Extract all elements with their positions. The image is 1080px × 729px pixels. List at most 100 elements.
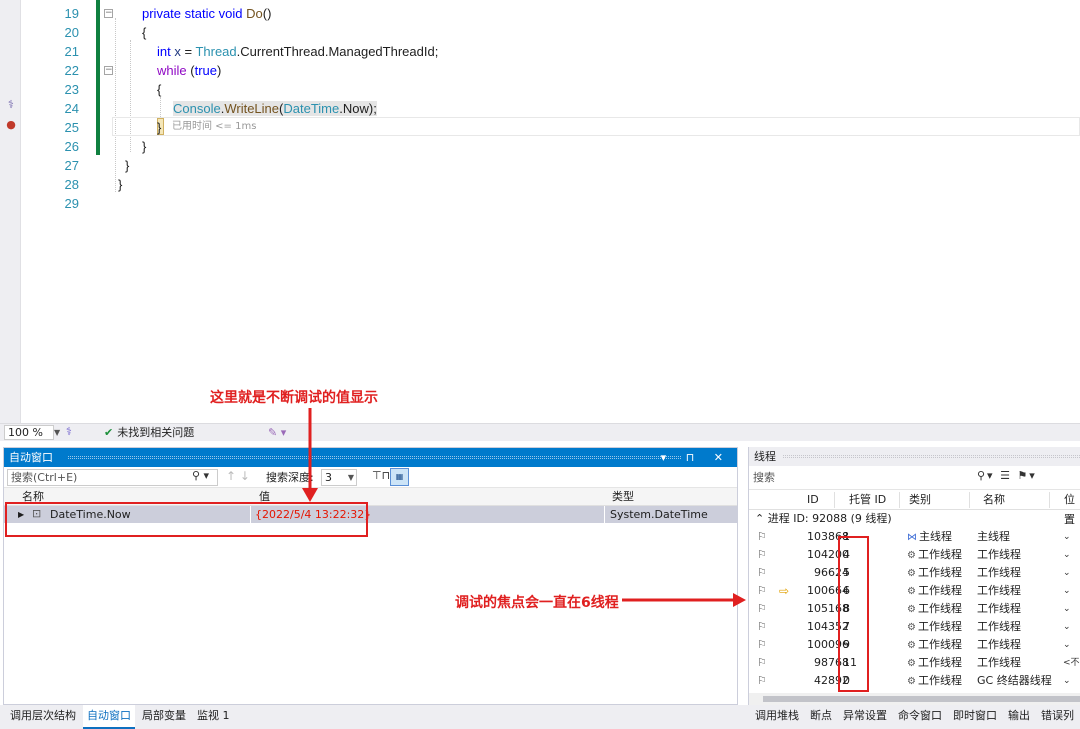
code-line[interactable]: int x = Thread.CurrentThread.ManagedThre… xyxy=(157,42,438,61)
flag-icon[interactable]: ⚐ xyxy=(757,672,767,690)
autos-search-input[interactable]: 搜索(Ctrl+E) xyxy=(7,469,218,486)
process-group-row[interactable]: ⌃ 进程 ID: 92088 (9 线程) xyxy=(749,510,1080,528)
code-cleanup-icon[interactable]: ✎ ▾ xyxy=(268,425,286,440)
flag-icon[interactable]: ⚐ xyxy=(757,528,767,546)
indent-guide xyxy=(115,18,116,192)
thread-row[interactable]: ⚐ 98768 11 ⚙ 工作线程 工作线程 <不 xyxy=(749,654,1080,672)
thread-row[interactable]: ⚐ 103868 1 ⋈ 主线程 主线程 ⌄ xyxy=(749,528,1080,546)
code-token: DateTime xyxy=(283,101,340,116)
col-header-id[interactable]: ID xyxy=(807,490,819,510)
scrollbar-thumb[interactable] xyxy=(763,696,1080,702)
horizontal-scrollbar[interactable] xyxy=(749,693,1080,705)
expand-arrow-icon[interactable]: ▶ xyxy=(18,506,24,523)
code-line[interactable]: } xyxy=(142,137,146,156)
thread-managed-id: 5 xyxy=(843,566,850,579)
thread-row[interactable]: ⚐ 42892 0 ⚙ 工作线程 GC 终结器线程 ⌄ xyxy=(749,672,1080,690)
code-line[interactable]: } xyxy=(118,175,122,194)
editor-status-bar: 100 % ▼ ⚕ ✔ 未找到相关问题 ✎ ▾ xyxy=(0,423,1080,441)
thread-location[interactable]: <不 xyxy=(1063,654,1080,672)
code-line[interactable]: while (true) xyxy=(157,61,221,80)
flag-icon[interactable]: ⚐ xyxy=(757,636,767,654)
autos-title: 自动窗口 xyxy=(9,451,53,464)
thread-location[interactable]: ⌄ xyxy=(1063,564,1071,582)
autos-row-value[interactable]: {2022/5/4 13:22:32} xyxy=(255,506,371,523)
bottom-tab[interactable]: 输出 xyxy=(1004,705,1034,727)
issue-status[interactable]: ✔ 未找到相关问题 xyxy=(104,425,194,440)
thread-category-label: 工作线程 xyxy=(917,548,962,561)
col-header-name[interactable]: 名称 xyxy=(18,488,44,506)
bottom-tab[interactable]: 异常设置 xyxy=(839,705,891,727)
code-line[interactable]: private static void Do() xyxy=(142,4,271,23)
zoom-select[interactable]: 100 % xyxy=(4,425,54,440)
code-line[interactable]: { xyxy=(142,23,146,42)
thread-row[interactable]: ⚐ 105168 8 ⚙ 工作线程 工作线程 ⌄ xyxy=(749,600,1080,618)
bottom-tab[interactable]: 调用堆栈 xyxy=(751,705,803,727)
chevron-down-icon[interactable]: ▼ xyxy=(54,425,64,440)
autos-row[interactable]: ▶ ⊡ DateTime.Now {2022/5/4 13:22:32} Sys… xyxy=(4,506,737,523)
code-line[interactable]: { xyxy=(157,80,161,99)
search-depth-label: 搜索深度: xyxy=(266,471,314,484)
bottom-tab[interactable]: 自动窗口 xyxy=(83,705,135,729)
thread-location[interactable]: ⌄ xyxy=(1063,600,1071,618)
flag-icon[interactable]: ⚐ xyxy=(757,618,767,636)
perf-tip[interactable]: 已用时间 <= 1ms xyxy=(172,117,256,136)
window-controls[interactable]: ▾ ⊓ ✕ xyxy=(661,448,731,467)
health-icon[interactable]: ⚕ xyxy=(66,425,72,438)
glyph-margin[interactable]: ⚕ ● xyxy=(0,0,21,424)
fold-toggle-while[interactable]: − xyxy=(104,66,113,75)
thread-location[interactable]: ⌄ xyxy=(1063,636,1071,654)
col-header-name[interactable]: 名称 xyxy=(983,490,1005,510)
code-editor[interactable]: ⚕ ● 19 20 21 22 23 24 25 26 27 28 29 − − private s… xyxy=(0,0,1080,424)
code-token: ) xyxy=(216,63,222,78)
search-depth-value: 3 xyxy=(325,471,332,484)
flag-icon[interactable]: ⚐ xyxy=(757,654,767,672)
threads-toolbar-icons[interactable]: ⚲▾ ☰ ⚑▾ xyxy=(977,469,1037,482)
thread-location[interactable]: ⌄ xyxy=(1063,618,1071,636)
autos-title-bar[interactable]: 自动窗口 ▾ ⊓ ✕ xyxy=(4,448,737,467)
thread-location[interactable]: ⌄ xyxy=(1063,528,1071,546)
thread-managed-id: 0 xyxy=(843,674,850,687)
thread-row[interactable]: ⚐ ⇨ 100664 6 ⚙ 工作线程 工作线程 ⌄ xyxy=(749,582,1080,600)
thread-row[interactable]: ⚐ 104200 4 ⚙ 工作线程 工作线程 ⌄ xyxy=(749,546,1080,564)
search-nav-arrows[interactable]: ↑ ↓ xyxy=(226,469,250,483)
search-icon[interactable]: ⚲ ▾ xyxy=(192,469,209,482)
bottom-tab[interactable]: 命令窗口 xyxy=(894,705,946,727)
flag-icon[interactable]: ⚐ xyxy=(757,564,767,582)
flag-icon[interactable]: ⚐ xyxy=(757,600,767,618)
fold-toggle-method[interactable]: − xyxy=(104,9,113,18)
pin-icon[interactable]: ⊤⊓ xyxy=(372,469,390,482)
thread-name: 工作线程 xyxy=(977,584,1021,597)
perf-tip-icon: ⚕ xyxy=(8,98,14,111)
thread-category: ⚙ 工作线程 xyxy=(907,546,962,565)
thread-location[interactable]: ⌄ xyxy=(1063,546,1071,564)
col-header-managed-id[interactable]: 托管 ID xyxy=(849,490,886,510)
col-header-category[interactable]: 类别 xyxy=(909,490,931,510)
thread-location[interactable]: ⌄ xyxy=(1063,672,1071,690)
collapse-icon[interactable]: ⌃ xyxy=(755,512,764,525)
thread-id: 100096 xyxy=(807,638,849,651)
thread-row[interactable]: ⚐ 104352 7 ⚙ 工作线程 工作线程 ⌄ xyxy=(749,618,1080,636)
bottom-tab[interactable]: 即时窗口 xyxy=(949,705,1001,727)
breakpoint-icon[interactable]: ● xyxy=(4,118,18,132)
threads-title-bar[interactable]: 线程 xyxy=(749,447,1080,466)
bottom-tab[interactable]: 监视 1 xyxy=(193,705,234,727)
thread-row[interactable]: ⚐ 96624 5 ⚙ 工作线程 工作线程 ⌄ xyxy=(749,564,1080,582)
bottom-tab[interactable]: 断点 xyxy=(806,705,836,727)
thread-row[interactable]: ⚐ 100096 9 ⚙ 工作线程 工作线程 ⌄ xyxy=(749,636,1080,654)
bottom-tab[interactable]: 局部变量 xyxy=(138,705,190,727)
flag-icon[interactable]: ⚐ xyxy=(757,582,767,600)
threads-search-input[interactable]: 搜索 xyxy=(751,469,1001,486)
thread-location[interactable]: ⌄ xyxy=(1063,582,1071,600)
col-header-value[interactable]: 值 xyxy=(255,488,270,506)
code-line[interactable]: Console.WriteLine(DateTime.Now); xyxy=(173,99,377,118)
code-line[interactable]: } xyxy=(125,156,129,175)
hex-display-button[interactable]: ▦ xyxy=(390,468,409,486)
flag-icon[interactable]: ⚐ xyxy=(757,546,767,564)
thread-category-label: 工作线程 xyxy=(917,674,962,687)
bottom-tab[interactable]: 错误列 xyxy=(1037,705,1078,727)
col-header-type[interactable]: 类型 xyxy=(608,488,634,506)
search-depth-select[interactable]: 3 ▼ xyxy=(321,469,357,486)
code-token: ManagedThreadId xyxy=(328,44,435,59)
bottom-tab[interactable]: 调用层次结构 xyxy=(6,705,80,727)
code-line[interactable]: } xyxy=(157,118,161,137)
